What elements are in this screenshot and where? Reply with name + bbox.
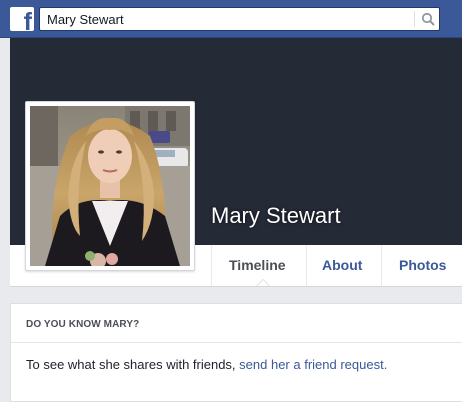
active-tab-caret — [256, 279, 270, 286]
tab-photos[interactable]: Photos — [399, 257, 446, 273]
do-you-know-card: DO YOU KNOW MARY? To see what she shares… — [10, 303, 462, 402]
search-divider — [414, 11, 415, 27]
card-header: DO YOU KNOW MARY? — [11, 304, 462, 343]
card-text: To see what she shares with friends, — [26, 357, 240, 372]
profile-picture[interactable] — [25, 101, 195, 271]
nav-separator — [211, 245, 212, 286]
search-box — [39, 7, 440, 31]
facebook-logo-letter: f — [23, 8, 32, 32]
tab-timeline[interactable]: Timeline — [229, 257, 286, 273]
search-icon — [421, 12, 435, 26]
profile-photo — [30, 106, 190, 266]
facebook-logo-icon[interactable]: f — [10, 7, 34, 31]
card-body: To see what she shares with friends, sen… — [26, 357, 387, 372]
search-button[interactable] — [418, 10, 438, 28]
top-bar: f — [0, 0, 462, 38]
nav-separator — [306, 245, 307, 286]
friend-request-link[interactable]: send her a friend request. — [239, 357, 387, 372]
profile-name[interactable]: Mary Stewart — [211, 203, 341, 229]
card-title: DO YOU KNOW MARY? — [26, 319, 140, 330]
tab-about[interactable]: About — [322, 257, 362, 273]
search-input[interactable] — [40, 8, 412, 30]
nav-separator — [381, 245, 382, 286]
